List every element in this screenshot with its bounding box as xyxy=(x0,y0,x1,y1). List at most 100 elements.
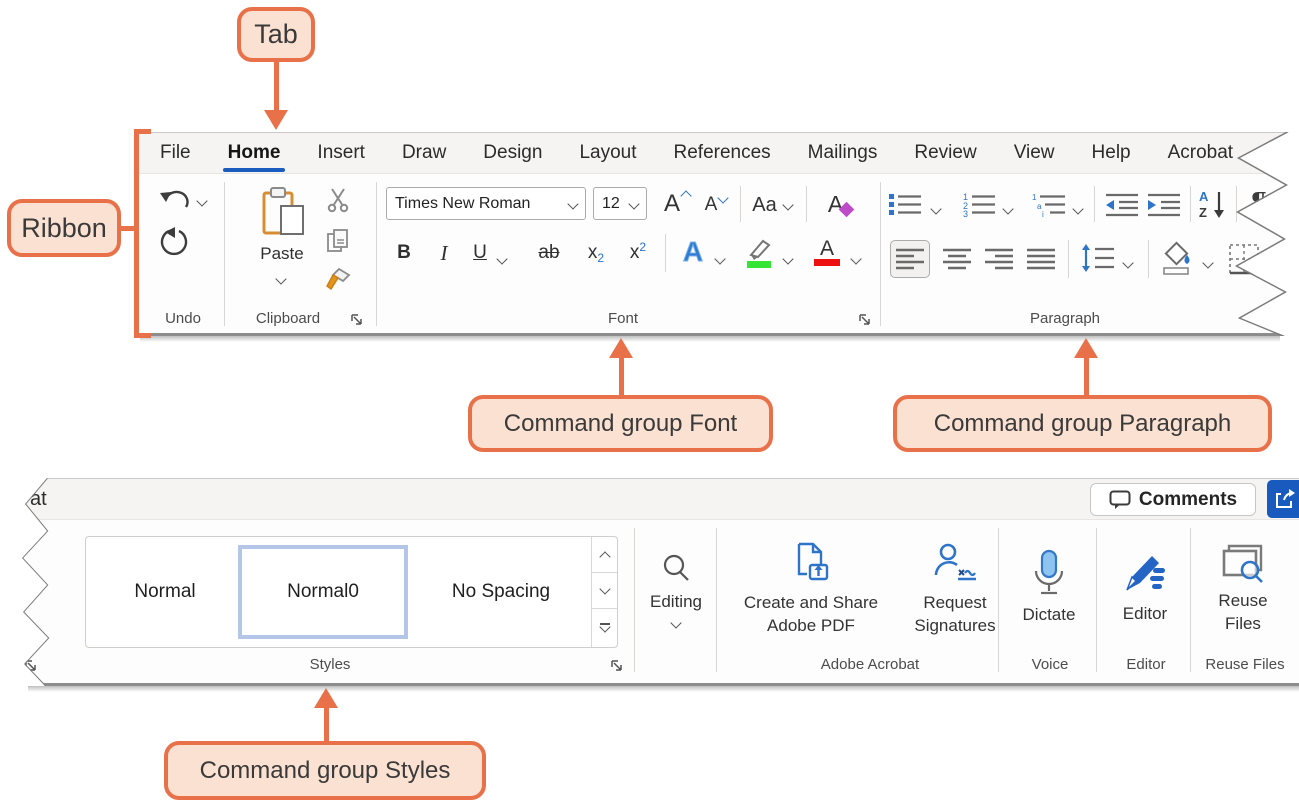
tab-design[interactable]: Design xyxy=(483,142,542,164)
underline-dropdown-chevron[interactable] xyxy=(498,250,506,268)
style-no-spacing[interactable]: No Spacing xyxy=(416,543,586,641)
undo-dropdown-chevron[interactable] xyxy=(198,192,206,210)
styles-gallery-more-button[interactable] xyxy=(592,609,617,645)
signature-person-icon xyxy=(933,541,977,583)
style-normal0-selected[interactable]: Normal0 xyxy=(238,545,408,639)
styles-scroll-down-button[interactable] xyxy=(592,573,617,609)
superscript-button[interactable]: x2 xyxy=(624,238,652,268)
redo-icon xyxy=(159,227,191,257)
shrink-font-button[interactable]: A xyxy=(700,190,732,220)
group-divider xyxy=(998,528,999,672)
group-divider xyxy=(716,528,717,672)
align-left-icon xyxy=(895,247,925,271)
justify-button[interactable] xyxy=(1024,244,1058,274)
increase-indent-button[interactable] xyxy=(1146,190,1182,218)
tab-file[interactable]: File xyxy=(160,142,191,164)
strikethrough-button[interactable]: ab xyxy=(534,238,564,268)
create-pdf-icon xyxy=(791,541,831,583)
font-dialog-launcher[interactable] xyxy=(858,313,871,326)
editor-button[interactable]: Editor xyxy=(1104,528,1186,646)
group-divider xyxy=(224,182,225,326)
request-signatures-button[interactable]: Request Signatures xyxy=(900,530,1010,648)
bullets-dropdown-chevron[interactable] xyxy=(932,200,940,218)
styles-scroll-up-button[interactable] xyxy=(592,537,617,573)
create-share-pdf-button[interactable]: Create and Share Adobe PDF xyxy=(726,530,896,648)
reuse-files-icon xyxy=(1221,543,1265,583)
tab-view[interactable]: View xyxy=(1014,142,1055,164)
text-effects-button[interactable]: A xyxy=(676,234,710,270)
dictate-button[interactable]: Dictate xyxy=(1008,528,1090,646)
paste-button[interactable] xyxy=(256,186,308,238)
font-size-combobox[interactable]: 12 xyxy=(593,187,647,220)
redo-button[interactable] xyxy=(156,226,194,258)
borders-button[interactable] xyxy=(1226,242,1262,276)
chevron-down-icon xyxy=(567,198,578,209)
decrease-indent-button[interactable] xyxy=(1104,190,1140,218)
editor-pencil-icon xyxy=(1123,550,1167,594)
bold-button[interactable]: B xyxy=(390,238,418,268)
tab-insert[interactable]: Insert xyxy=(317,142,365,164)
clear-formatting-button[interactable]: A xyxy=(822,188,858,220)
copy-button[interactable] xyxy=(324,228,352,256)
line-spacing-dropdown-chevron[interactable] xyxy=(1124,254,1132,272)
svg-text:1: 1 xyxy=(1032,193,1037,202)
subscript-button[interactable]: x2 xyxy=(582,238,610,268)
underline-button[interactable]: U xyxy=(468,238,492,268)
change-case-button[interactable]: Aa xyxy=(750,190,794,220)
group-divider xyxy=(634,528,635,672)
partial-tab-text: at xyxy=(30,488,47,511)
highlight-dropdown-chevron[interactable] xyxy=(784,250,792,268)
reuse-files-button[interactable]: Reuse Files xyxy=(1198,530,1288,648)
tab-draw[interactable]: Draw xyxy=(402,142,446,164)
highlight-color-button[interactable] xyxy=(740,234,776,270)
tab-home[interactable]: Home xyxy=(228,142,281,164)
ribbon-tab-bar: File Home Insert Draw Design Layout Refe… xyxy=(138,132,1299,174)
editing-group-button[interactable]: Editing xyxy=(640,530,712,648)
cutoff-dialog-launcher[interactable] xyxy=(24,659,37,672)
cut-button[interactable] xyxy=(324,186,352,214)
caret-down-icon xyxy=(718,192,729,203)
italic-button[interactable]: I xyxy=(432,238,456,268)
group-divider xyxy=(1096,528,1097,672)
align-center-button[interactable] xyxy=(940,244,974,274)
tab-acrobat[interactable]: Acrobat xyxy=(1168,142,1233,164)
text-effects-dropdown-chevron[interactable] xyxy=(716,250,724,268)
font-color-dropdown-chevron[interactable] xyxy=(852,250,860,268)
paste-label[interactable]: Paste xyxy=(254,244,310,264)
font-color-button[interactable]: A xyxy=(810,234,844,270)
style-normal[interactable]: Normal xyxy=(92,543,238,641)
decrease-indent-icon xyxy=(1105,191,1139,217)
bullets-button[interactable] xyxy=(886,190,924,218)
multilevel-dropdown-chevron[interactable] xyxy=(1074,200,1082,218)
sort-button[interactable]: A Z xyxy=(1196,188,1230,220)
styles-dialog-launcher[interactable] xyxy=(610,659,623,672)
clipboard-dialog-launcher[interactable] xyxy=(350,313,363,326)
undo-button[interactable] xyxy=(156,184,194,216)
numbering-button[interactable]: 1 2 3 xyxy=(960,190,998,218)
share-button[interactable] xyxy=(1267,480,1299,518)
button-divider xyxy=(1236,186,1237,222)
font-name-combobox[interactable]: Times New Roman xyxy=(386,187,586,220)
tab-help[interactable]: Help xyxy=(1092,142,1131,164)
tab-review[interactable]: Review xyxy=(914,142,976,164)
format-painter-button[interactable] xyxy=(324,266,352,294)
shading-button[interactable] xyxy=(1158,240,1198,278)
styles-gallery-scrollbar xyxy=(591,537,617,647)
increase-indent-icon xyxy=(1147,191,1181,217)
sort-az-icon: A Z xyxy=(1197,188,1229,220)
align-right-button[interactable] xyxy=(982,244,1016,274)
align-left-button[interactable] xyxy=(890,240,930,278)
ribbon-strip-top: File Home Insert Draw Design Layout Refe… xyxy=(138,132,1299,336)
font-color-swatch xyxy=(814,259,840,266)
tab-layout[interactable]: Layout xyxy=(579,142,636,164)
numbering-dropdown-chevron[interactable] xyxy=(1004,200,1012,218)
comments-button[interactable]: Comments xyxy=(1090,483,1256,516)
tab-mailings[interactable]: Mailings xyxy=(808,142,878,164)
shading-dropdown-chevron[interactable] xyxy=(1204,254,1212,272)
grow-font-button[interactable]: A xyxy=(660,188,694,220)
show-formatting-marks-button[interactable]: ¶ xyxy=(1244,186,1274,220)
paste-dropdown-chevron[interactable] xyxy=(277,270,285,288)
line-spacing-button[interactable] xyxy=(1078,242,1118,274)
multilevel-list-button[interactable]: 1 a i xyxy=(1030,190,1068,218)
tab-references[interactable]: References xyxy=(674,142,771,164)
